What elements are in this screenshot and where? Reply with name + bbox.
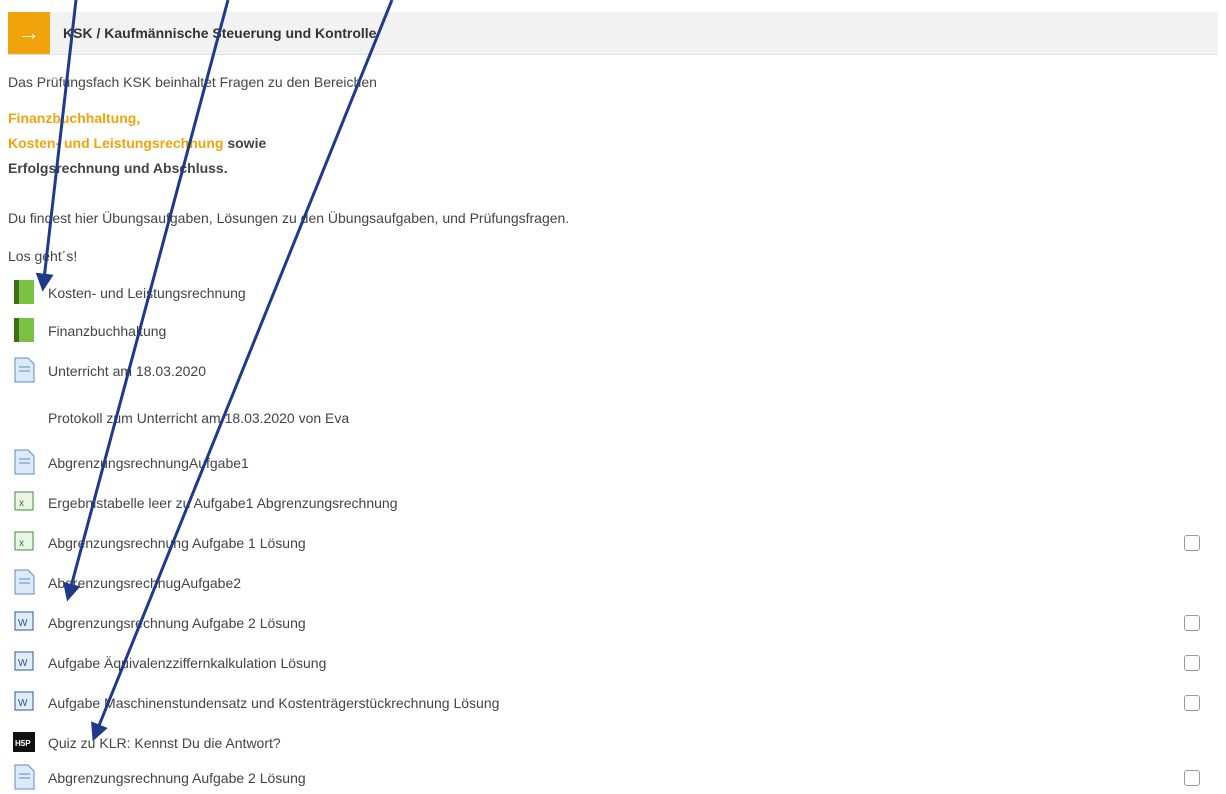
- svg-text:W: W: [18, 698, 28, 709]
- section-header: → KSK / Kaufmännische Steuerung und Kont…: [8, 12, 1218, 55]
- activity-label[interactable]: Kosten- und Leistungsrechnung: [48, 285, 246, 301]
- activity-label[interactable]: Abgrenzungsrechnung Aufgabe 1 Lösung: [48, 535, 306, 551]
- activity-label[interactable]: Abgrenzungsrechnung Aufgabe 2 Lösung: [48, 770, 306, 786]
- completion-checkbox[interactable]: [1184, 535, 1200, 551]
- activity-label[interactable]: Aufgabe Äquivalenzziffernkalkulation Lös…: [48, 655, 326, 671]
- completion-checkbox[interactable]: [1184, 770, 1200, 786]
- intro-text-2: Du findest hier Übungsaufgaben, Lösungen…: [8, 210, 570, 226]
- activity-page-aufgabe1[interactable]: AbgrenzungsrechnungAufgabe1: [12, 449, 1202, 479]
- svg-text:H5P: H5P: [15, 739, 31, 748]
- h5p-icon: H5P: [13, 732, 35, 752]
- svg-text:W: W: [18, 618, 28, 629]
- page-icon: [14, 569, 35, 595]
- activity-spreadsheet-ergebnistabelle[interactable]: x Ergebnistabelle leer zu Aufgabe1 Abgre…: [12, 489, 1202, 519]
- activity-page-unterricht[interactable]: Unterricht am 18.03.2020: [12, 357, 1202, 387]
- activity-label[interactable]: Ergebnistabelle leer zu Aufgabe1 Abgrenz…: [48, 495, 397, 511]
- activity-label[interactable]: Abgrenzungsrechnung Aufgabe 2 Lösung: [48, 615, 306, 631]
- topic-erfolgsrechnung: Erfolgsrechnung und Abschluss.: [8, 160, 228, 176]
- activity-page-aufgabe2[interactable]: AbgrenzungsrechnugAufgabe2: [12, 569, 1202, 599]
- svg-text:x: x: [19, 498, 24, 509]
- arrow-right-icon[interactable]: →: [8, 12, 50, 54]
- activity-label[interactable]: Aufgabe Maschinenstundensatz und Kostent…: [48, 695, 499, 711]
- spreadsheet-icon: x: [14, 531, 34, 551]
- word-icon: W: [14, 651, 34, 671]
- intro-text: Das Prüfungsfach KSK beinhaltet Fragen z…: [8, 74, 377, 90]
- activity-book-fibu[interactable]: Finanzbuchhaltung: [12, 317, 1202, 347]
- word-icon: W: [14, 611, 34, 631]
- activity-label[interactable]: Unterricht am 18.03.2020: [48, 363, 206, 379]
- activity-h5p-quiz[interactable]: H5P Quiz zu KLR: Kennst Du die Antwort?: [12, 729, 1202, 759]
- page-icon: [14, 764, 35, 790]
- section-title: KSK / Kaufmännische Steuerung und Kontro…: [63, 25, 377, 41]
- intro-text-3: Los geht´s!: [8, 248, 78, 264]
- topic-finanzbuchhaltung: Finanzbuchhaltung,: [8, 110, 141, 126]
- page-icon: [14, 357, 35, 383]
- page-icon: [14, 449, 35, 475]
- svg-text:W: W: [18, 658, 28, 669]
- activity-spreadsheet-loesung1[interactable]: x Abgrenzungsrechnung Aufgabe 1 Lösung: [12, 529, 1202, 559]
- activity-word-maschinenstundensatz[interactable]: W Aufgabe Maschinenstundensatz und Koste…: [12, 689, 1202, 719]
- activity-word-aequivalenz[interactable]: W Aufgabe Äquivalenzziffernkalkulation L…: [12, 649, 1202, 679]
- activity-page-loesung2[interactable]: Abgrenzungsrechnung Aufgabe 2 Lösung: [12, 764, 1202, 794]
- topic-klr: Kosten- und Leistungsrechnung sowie: [8, 135, 267, 151]
- activity-label[interactable]: AbgrenzungsrechnungAufgabe1: [48, 455, 249, 471]
- completion-checkbox[interactable]: [1184, 615, 1200, 631]
- activity-description: Protokoll zum Unterricht am 18.03.2020 v…: [48, 410, 350, 426]
- book-icon: [14, 280, 34, 304]
- book-icon: [14, 318, 34, 342]
- completion-checkbox[interactable]: [1184, 655, 1200, 671]
- svg-text:x: x: [19, 538, 24, 549]
- spreadsheet-icon: x: [14, 491, 34, 511]
- activity-label[interactable]: AbgrenzungsrechnugAufgabe2: [48, 575, 241, 591]
- word-icon: W: [14, 691, 34, 711]
- activity-word-loesung2[interactable]: W Abgrenzungsrechnung Aufgabe 2 Lösung: [12, 609, 1202, 639]
- activity-label[interactable]: Finanzbuchhaltung: [48, 323, 166, 339]
- activity-book-klr[interactable]: Kosten- und Leistungsrechnung: [12, 279, 1202, 309]
- activity-label[interactable]: Quiz zu KLR: Kennst Du die Antwort?: [48, 735, 281, 751]
- completion-checkbox[interactable]: [1184, 695, 1200, 711]
